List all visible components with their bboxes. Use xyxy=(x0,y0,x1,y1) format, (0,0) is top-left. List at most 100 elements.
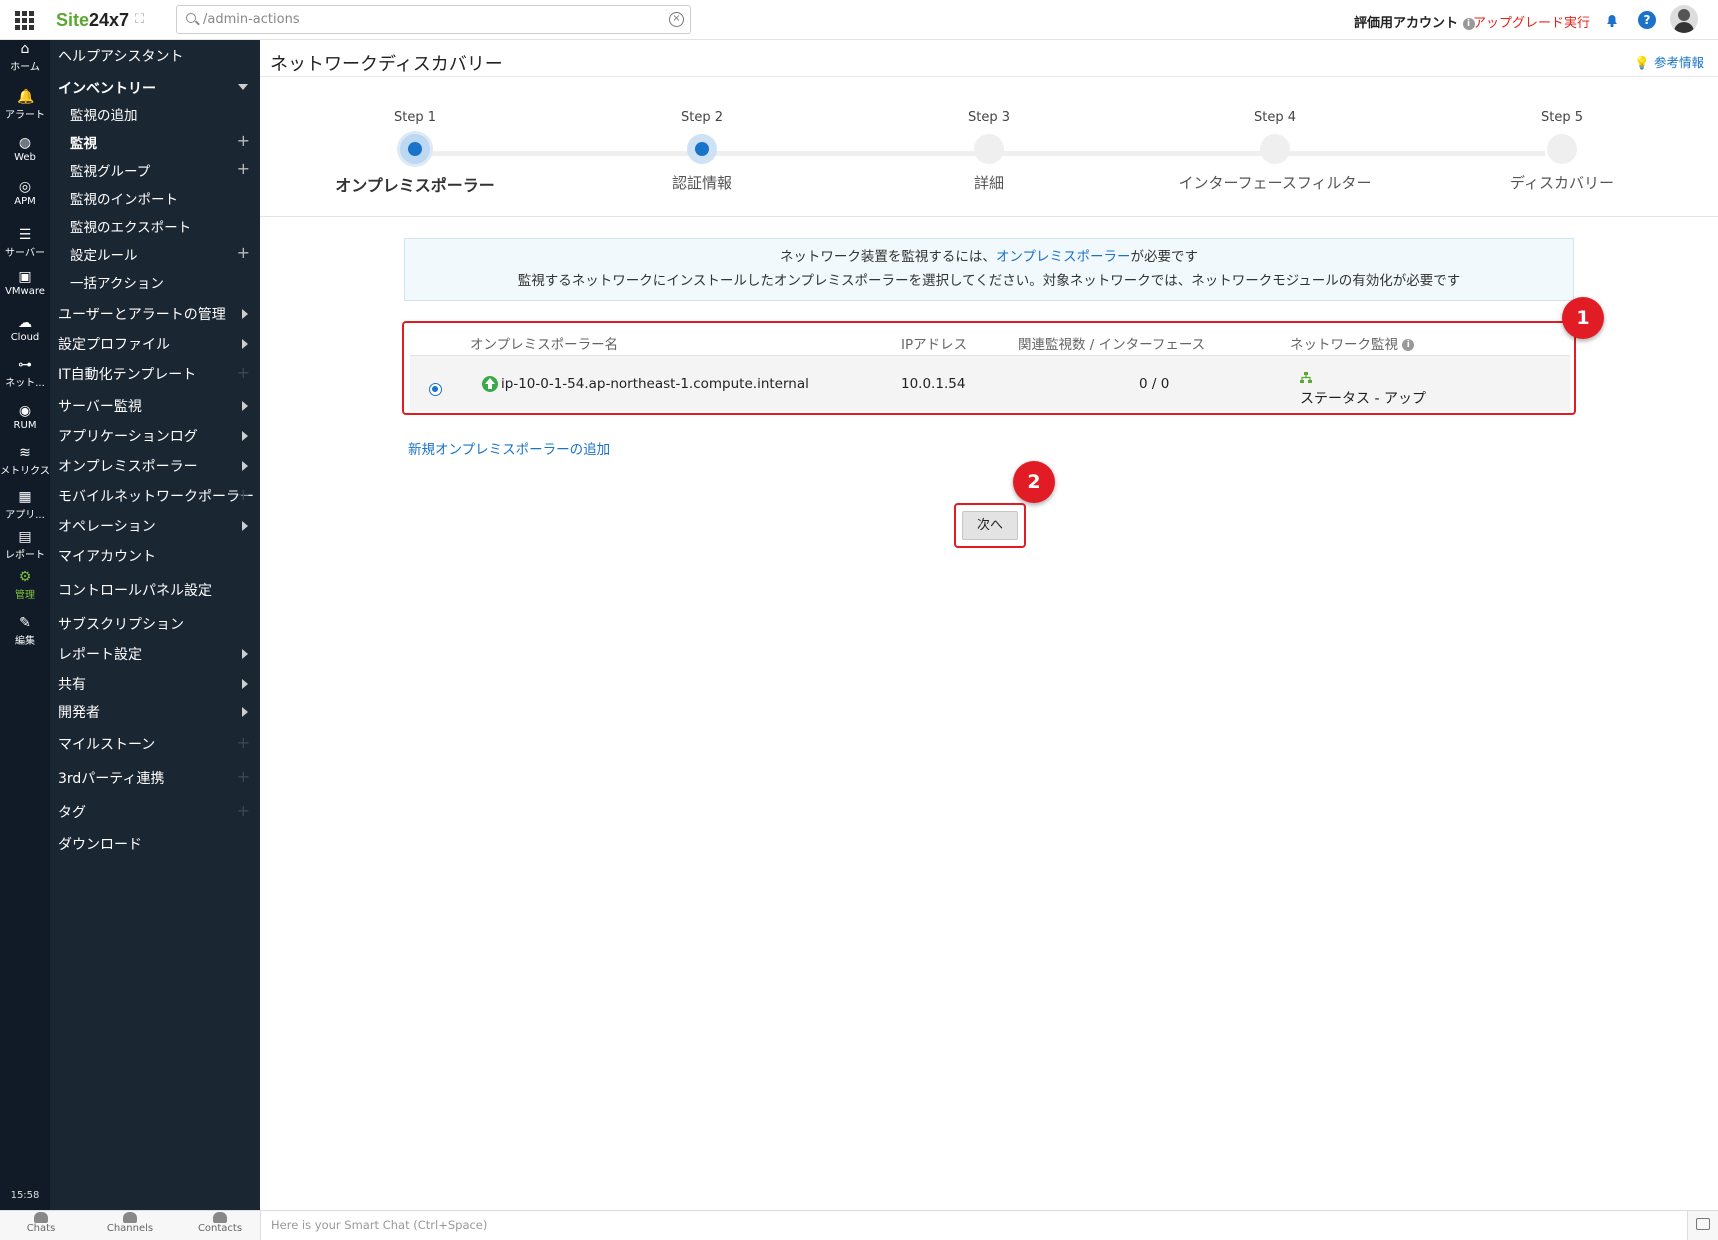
chevron-right-icon[interactable] xyxy=(242,401,248,411)
rail-item-6[interactable]: ☁ Cloud xyxy=(0,316,50,343)
sidebar: ヘルプアシスタント インベントリーユーザーとアラートの管理 設定プロファイル IT自動… xyxy=(50,40,260,1210)
sidebar-item-6[interactable]: アプリケーションログ xyxy=(58,426,198,446)
rail-label: Web xyxy=(14,152,36,163)
chat-window-icon[interactable] xyxy=(1696,1218,1710,1230)
account-label[interactable]: 評価用アカウント i xyxy=(1354,12,1475,31)
sidebar-item-11[interactable]: コントロールパネル設定 xyxy=(58,580,212,600)
step-2[interactable]: Step 2 認証情報 xyxy=(602,110,802,193)
rail-label: レポート xyxy=(5,550,45,561)
step-1[interactable]: Step 1 オンプレミスポーラー xyxy=(315,110,515,196)
rail-item-4[interactable]: ☰ サーバー xyxy=(0,228,50,259)
sidebar-subitem-2[interactable]: 監視グループ xyxy=(70,160,150,180)
table-row[interactable]: ip-10-0-1-54.ap-northeast-1.compute.inte… xyxy=(410,355,1570,411)
rail-item-10[interactable]: ▦ アプリ... xyxy=(0,490,50,521)
sidebar-item-15[interactable]: 開発者 xyxy=(58,702,100,722)
chevron-right-icon[interactable] xyxy=(242,521,248,531)
chevron-down-icon[interactable] xyxy=(238,84,248,90)
chevron-right-icon[interactable] xyxy=(242,679,248,689)
sidebar-subitem-4[interactable]: 監視のエクスポート xyxy=(70,216,191,236)
sidebar-item-0[interactable]: ヘルプアシスタント xyxy=(58,46,183,66)
column-header-count: 関連監視数 / インターフェース xyxy=(1018,337,1206,353)
add-icon[interactable]: + xyxy=(237,161,250,177)
sidebar-subitem-0[interactable]: 監視の追加 xyxy=(70,104,138,124)
rail-item-2[interactable]: ◍ Web xyxy=(0,136,50,163)
expand-icon[interactable]: ⛶ xyxy=(135,12,149,27)
rail-item-1[interactable]: 🔔 アラート xyxy=(0,90,50,121)
channels-button[interactable]: Channels xyxy=(90,1212,170,1234)
layers-icon: ≋ xyxy=(19,445,31,461)
reference-link[interactable]: 💡 参考情報 xyxy=(1634,52,1704,71)
sidebar-item-12[interactable]: サブスクリプション xyxy=(58,614,184,634)
add-icon[interactable]: + xyxy=(237,803,250,819)
rail-item-7[interactable]: ⊶ ネット... xyxy=(0,358,50,389)
sidebar-item-14[interactable]: 共有 xyxy=(58,674,86,694)
home-icon: ⌂ xyxy=(20,41,30,57)
rail-item-3[interactable]: ◎ APM xyxy=(0,180,50,207)
info-icon[interactable]: i xyxy=(1402,339,1415,351)
sidebar-subitem-1[interactable]: 監視 xyxy=(70,132,97,152)
chevron-right-icon[interactable] xyxy=(242,431,248,441)
chevron-right-icon[interactable] xyxy=(242,649,248,659)
chats-button[interactable]: Chats xyxy=(1,1212,81,1234)
add-icon[interactable]: + xyxy=(237,487,250,503)
chevron-right-icon[interactable] xyxy=(242,707,248,717)
rail-label: APM xyxy=(14,196,36,207)
sidebar-subitem-3[interactable]: 監視のインポート xyxy=(70,188,178,208)
sidebar-item-3[interactable]: 設定プロファイル xyxy=(58,334,170,354)
sidebar-subitem-6[interactable]: 一括アクション xyxy=(70,272,164,292)
rail-item-13[interactable]: ✎ 編集 xyxy=(0,616,50,647)
sidebar-item-2[interactable]: ユーザーとアラートの管理 xyxy=(58,304,226,324)
sidebar-item-5[interactable]: サーバー監視 xyxy=(58,396,142,416)
rail-label: サーバー xyxy=(5,248,45,259)
left-rail: ⌂ ホーム 🔔 アラート ◍ Web ◎ APM ☰ サーバー ▣ VMware ☁ Cloud ⊶ ネット.… xyxy=(0,40,50,1210)
chevron-right-icon[interactable] xyxy=(242,339,248,349)
avatar[interactable] xyxy=(1670,5,1698,33)
rail-item-12[interactable]: ⚙ 管理 xyxy=(0,570,50,601)
sidebar-item-8[interactable]: モバイルネットワークポーラー xyxy=(58,486,254,506)
site24x7-logo[interactable]: Site24x7 xyxy=(56,10,129,31)
sidebar-item-18[interactable]: タグ xyxy=(58,802,86,822)
sidebar-item-13[interactable]: レポート設定 xyxy=(58,644,142,664)
poller-radio[interactable] xyxy=(429,383,442,396)
rail-item-11[interactable]: ▤ レポート xyxy=(0,530,50,561)
add-poller-link[interactable]: 新規オンプレミスポーラーの追加 xyxy=(408,438,610,458)
next-highlight: 次へ xyxy=(954,503,1026,548)
cloud-icon: ☁ xyxy=(18,315,32,331)
notice-line-2: 監視するネットワークにインストールしたオンプレミスポーラーを選択してください。対… xyxy=(517,273,1461,289)
add-icon[interactable]: + xyxy=(237,365,250,381)
app-grid-icon[interactable] xyxy=(15,11,34,30)
rail-label: 管理 xyxy=(15,590,35,601)
sidebar-item-19[interactable]: ダウンロード xyxy=(58,834,142,854)
help-icon[interactable]: ? xyxy=(1638,11,1656,29)
divider xyxy=(260,76,1718,77)
sidebar-subitem-5[interactable]: 設定ルール xyxy=(70,244,138,264)
sidebar-item-16[interactable]: マイルストーン xyxy=(58,734,155,754)
chevron-right-icon[interactable] xyxy=(242,461,248,471)
sidebar-item-17[interactable]: 3rdパーティ連携 xyxy=(58,768,164,788)
sidebar-item-9[interactable]: オペレーション xyxy=(58,516,156,536)
upgrade-link[interactable]: アップグレード実行 xyxy=(1473,12,1590,31)
rail-item-0[interactable]: ⌂ ホーム xyxy=(0,42,50,73)
contacts-button[interactable]: Contacts xyxy=(180,1212,260,1234)
rail-item-5[interactable]: ▣ VMware xyxy=(0,270,50,297)
add-icon[interactable]: + xyxy=(237,245,250,261)
step-name: 認証情報 xyxy=(671,174,732,192)
sidebar-item-10[interactable]: マイアカウント xyxy=(58,546,156,566)
sidebar-item-1[interactable]: インベントリー xyxy=(58,78,156,98)
add-icon[interactable]: + xyxy=(237,133,250,149)
next-button[interactable]: 次へ xyxy=(962,511,1018,540)
notification-icon[interactable] xyxy=(1604,12,1620,28)
on-premise-poller-link[interactable]: オンプレミスポーラー xyxy=(996,249,1131,265)
rail-item-8[interactable]: ◉ RUM xyxy=(0,404,50,431)
clear-icon[interactable]: × xyxy=(669,12,684,27)
add-icon[interactable]: + xyxy=(237,769,250,785)
rail-item-9[interactable]: ≋ メトリクス xyxy=(0,446,50,477)
poller-name: ip-10-0-1-54.ap-northeast-1.compute.inte… xyxy=(501,376,809,392)
smart-chat-input[interactable]: Here is your Smart Chat (Ctrl+Space) xyxy=(260,1211,1688,1240)
sidebar-item-7[interactable]: オンプレミスポーラー xyxy=(58,456,198,476)
add-icon[interactable]: + xyxy=(237,735,250,751)
sidebar-item-4[interactable]: IT自動化テンプレート xyxy=(58,364,196,384)
chevron-right-icon[interactable] xyxy=(242,309,248,319)
status-up-icon xyxy=(482,376,498,392)
search-input[interactable]: /admin-actions × xyxy=(176,5,691,34)
